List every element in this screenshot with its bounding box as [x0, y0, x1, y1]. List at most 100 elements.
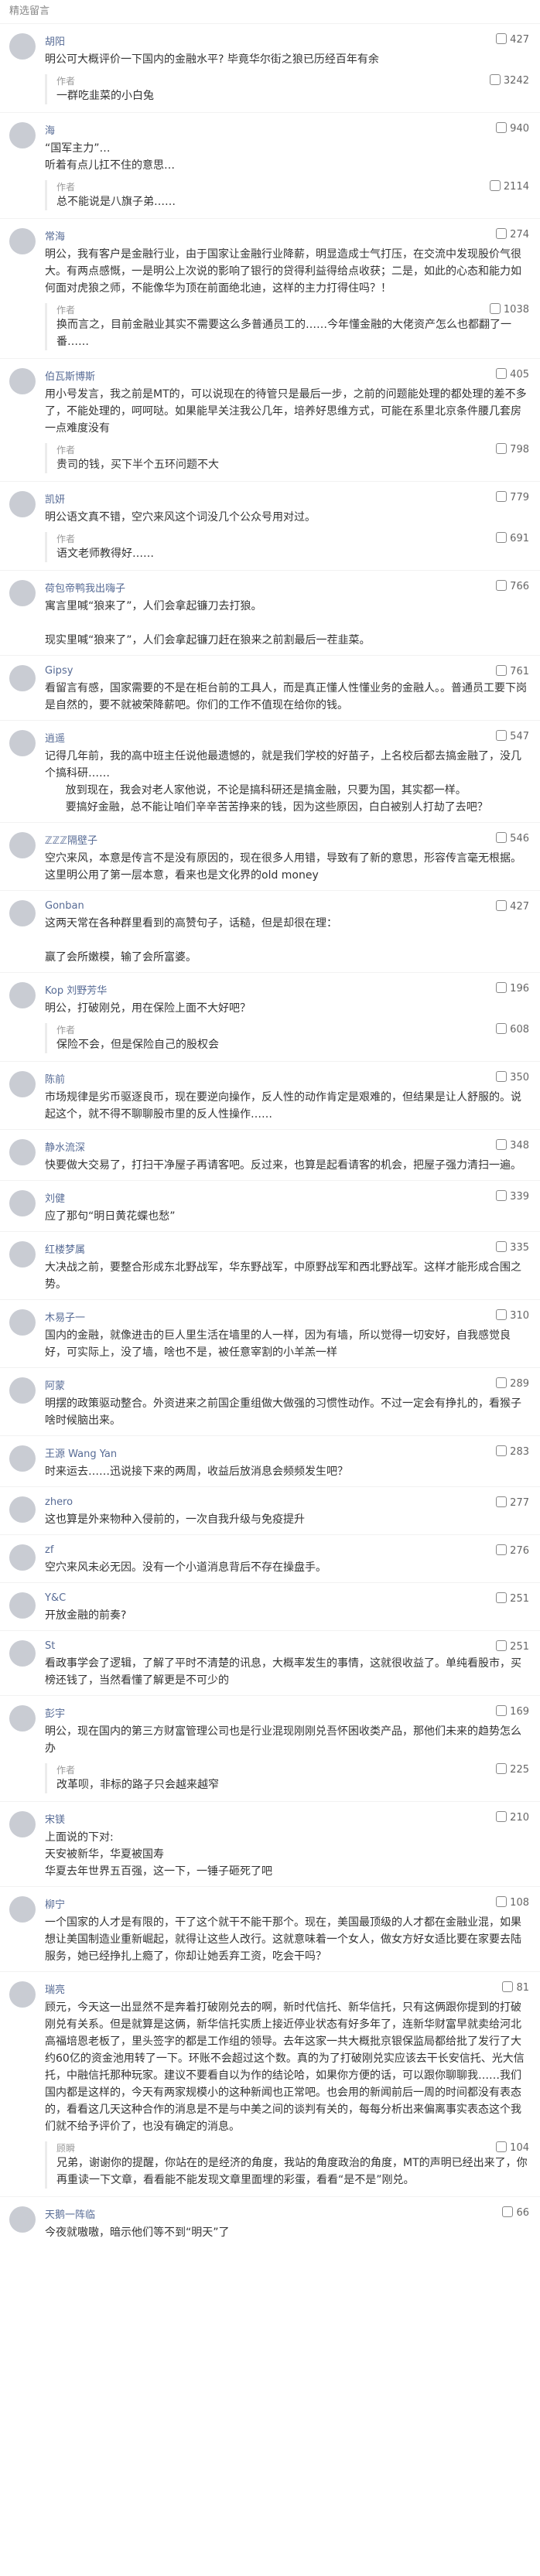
commenter-name[interactable]: zf	[45, 1535, 529, 1556]
like-button[interactable]: 210	[496, 1811, 529, 1824]
commenter-name[interactable]: Y&C	[45, 1583, 529, 1604]
like-button[interactable]: 350	[496, 1071, 529, 1083]
avatar[interactable]	[9, 368, 36, 394]
commenter-name[interactable]: Gonban	[45, 891, 529, 912]
reply-like-button[interactable]: 1038	[489, 303, 529, 316]
like-button[interactable]: 289	[496, 1377, 529, 1390]
like-button[interactable]: 940	[496, 122, 529, 135]
reply-like-button[interactable]: 225	[496, 1763, 529, 1776]
avatar[interactable]	[9, 1445, 36, 1472]
avatar[interactable]	[9, 1377, 36, 1404]
avatar[interactable]	[9, 665, 36, 691]
avatar[interactable]	[9, 228, 36, 254]
commenter-name[interactable]: 海	[45, 113, 529, 137]
commenter-name[interactable]: St	[45, 1631, 529, 1652]
like-button[interactable]: 427	[496, 33, 529, 46]
like-button[interactable]: 348	[496, 1139, 529, 1152]
avatar[interactable]	[9, 1496, 36, 1523]
avatar[interactable]	[9, 580, 36, 606]
avatar[interactable]	[9, 1811, 36, 1837]
commenter-name[interactable]: 荷包帝鸭我出嗨子	[45, 571, 529, 595]
avatar[interactable]	[9, 832, 36, 858]
avatar[interactable]	[9, 1309, 36, 1336]
commenter-name[interactable]: zhero	[45, 1487, 529, 1508]
like-button[interactable]: 251	[496, 1592, 529, 1605]
reply-like-button[interactable]: 798	[496, 443, 529, 455]
commenter-name[interactable]: 宋镁	[45, 1802, 529, 1826]
commenter-name[interactable]: 王源 Wang Yan	[45, 1436, 529, 1460]
avatar[interactable]	[9, 1071, 36, 1097]
avatar[interactable]	[9, 122, 36, 148]
like-button[interactable]: 108	[496, 1896, 529, 1909]
avatar[interactable]	[9, 1896, 36, 1923]
reply-like-count: 2114	[503, 181, 529, 193]
avatar[interactable]	[9, 1640, 36, 1667]
commenter-name[interactable]: 天鹅一阵临	[45, 2197, 529, 2221]
avatar[interactable]	[9, 730, 36, 756]
reply-like-button[interactable]: 2114	[489, 180, 529, 193]
commenter-name[interactable]: Kop 刘野芳华	[45, 973, 529, 997]
like-button[interactable]: 169	[496, 1705, 529, 1718]
reply-like-button[interactable]: 691	[496, 532, 529, 544]
commenter-name[interactable]: 陈前	[45, 1062, 529, 1086]
comment-item: 宋镁 210 上面说的下对: 天安被新华，华夏被国寿 华夏去年世界五百强，这一下，一…	[0, 1801, 540, 1886]
section-title: 精选留言	[9, 5, 50, 17]
like-button[interactable]: 276	[496, 1544, 529, 1557]
commenter-name[interactable]: Gipsy	[45, 656, 529, 677]
commenter-name[interactable]: 柳宁	[45, 1887, 529, 1911]
commenter-name[interactable]: 常海	[45, 219, 529, 243]
avatar[interactable]	[9, 1190, 36, 1216]
like-button[interactable]: 339	[496, 1190, 529, 1203]
avatar[interactable]	[9, 33, 36, 60]
commenter-name[interactable]: 刘健	[45, 1181, 529, 1205]
like-button[interactable]: 274	[496, 228, 529, 241]
commenter-name[interactable]: 阿蒙	[45, 1368, 529, 1392]
commenter-name[interactable]: 胡阳	[45, 24, 529, 48]
like-button[interactable]: 766	[496, 580, 529, 592]
like-button[interactable]: 546	[496, 832, 529, 844]
commenter-name[interactable]: 瑞亮	[45, 1972, 529, 1996]
avatar[interactable]	[9, 1592, 36, 1619]
reply-text: 换而言之，目前金融业其实不需要这么多普通员工的……今年懂金融的大佬资产怎么也都翻…	[56, 319, 511, 348]
thumbs-up-icon	[496, 368, 508, 379]
commenter-name[interactable]: 红楼梦属	[45, 1232, 529, 1256]
like-button[interactable]: 66	[502, 2206, 529, 2219]
like-button[interactable]: 547	[496, 730, 529, 742]
commenter-name[interactable]: 静水流深	[45, 1130, 529, 1154]
avatar[interactable]	[9, 491, 36, 517]
like-count: 766	[510, 581, 529, 592]
like-button[interactable]: 761	[496, 665, 529, 677]
reply-text: 总不能说是八旗子弟……	[56, 196, 176, 208]
commenter-name[interactable]: 凯妍	[45, 482, 529, 506]
commenter-name[interactable]: 木易子一	[45, 1300, 529, 1324]
avatar[interactable]	[9, 2206, 36, 2233]
like-button[interactable]: 196	[496, 982, 529, 995]
like-button[interactable]: 251	[496, 1640, 529, 1653]
avatar[interactable]	[9, 900, 36, 926]
like-button[interactable]: 283	[496, 1445, 529, 1458]
reply-text: 语文老师教得好……	[56, 548, 154, 560]
like-button[interactable]: 277	[496, 1496, 529, 1509]
avatar[interactable]	[9, 982, 36, 1008]
reply-like-button[interactable]: 608	[496, 1023, 529, 1036]
commenter-name[interactable]: 伯瓦斯博斯	[45, 359, 529, 383]
reply-like-button[interactable]: 104	[496, 2141, 529, 2154]
avatar[interactable]	[9, 1241, 36, 1268]
reply-like-button[interactable]: 3242	[489, 74, 529, 87]
avatar[interactable]	[9, 1139, 36, 1165]
commenter-name[interactable]: ℤℤℤ隔壁子	[45, 823, 529, 847]
avatar[interactable]	[9, 1705, 36, 1732]
commenter-name[interactable]: 彭宇	[45, 1696, 529, 1720]
comment-item: 柳宁 108 一个国家的人才是有限的，干了这个就干不能干那个。现在，美国最顶级的人才…	[0, 1886, 540, 1971]
like-button[interactable]: 310	[496, 1309, 529, 1322]
like-button[interactable]: 335	[496, 1241, 529, 1254]
like-button[interactable]: 779	[496, 491, 529, 503]
avatar[interactable]	[9, 1981, 36, 2008]
avatar[interactable]	[9, 1544, 36, 1571]
comment-item: zhero 277 这也算是外来物种入侵前的，一次自我升级与免疫提升	[0, 1486, 540, 1534]
like-button[interactable]: 405	[496, 368, 529, 380]
commenter-name[interactable]: 逍遥	[45, 721, 529, 745]
like-button[interactable]: 81	[502, 1981, 529, 1994]
like-button[interactable]: 427	[496, 900, 529, 913]
thumbs-up-icon	[496, 730, 508, 741]
